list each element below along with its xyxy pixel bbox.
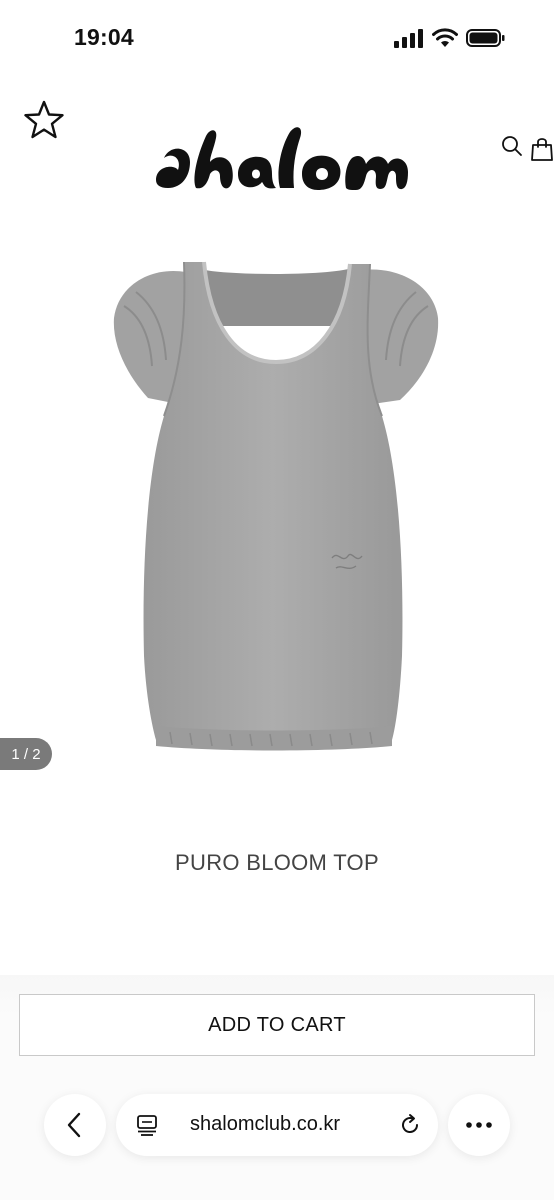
status-icons [394,27,506,49]
battery-icon [466,29,505,47]
reader-mode-icon[interactable] [136,1114,158,1136]
product-title: PURO BLOOM TOP [175,850,379,875]
add-to-cart-button[interactable]: ADD TO CART [19,994,535,1056]
reload-icon[interactable] [398,1113,422,1137]
search-icon[interactable] [500,134,524,158]
star-icon[interactable] [22,98,66,142]
status-time: 19:04 [74,24,134,50]
shopping-bag-icon[interactable] [530,136,554,162]
site-header: shalom [0,76,554,206]
product-page: 19:04 shalom [0,0,554,1200]
brand-logo[interactable]: shalom [152,118,410,198]
status-bar: 19:04 [0,0,554,76]
address-bar[interactable]: shalomclub.co.kr [116,1094,438,1156]
browser-toolbar: shalomclub.co.kr [0,1094,554,1158]
back-button[interactable] [44,1094,106,1156]
more-icon [466,1122,492,1128]
chevron-left-icon [67,1112,81,1138]
product-gallery[interactable]: 1 / 2 [0,206,554,786]
image-pager: 1 / 2 [0,738,52,770]
more-button[interactable] [448,1094,510,1156]
cellular-signal-icon [394,29,423,48]
url-text[interactable]: shalomclub.co.kr [190,1113,340,1136]
wifi-icon [432,28,458,47]
product-image[interactable] [100,256,450,766]
